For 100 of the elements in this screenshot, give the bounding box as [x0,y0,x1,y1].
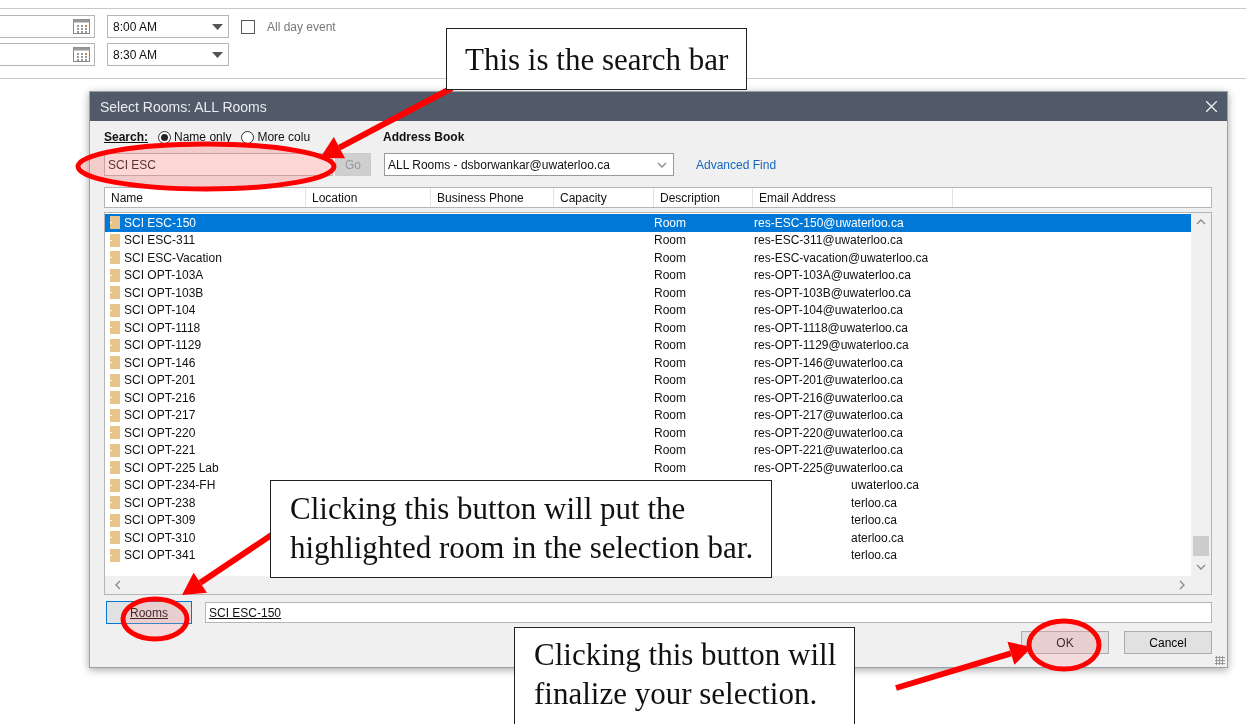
room-row[interactable]: SCI ESC-Vacation Room res-ESC-vacation@uwaterloo.ca [105,249,1191,267]
room-description: Room [654,250,687,265]
room-icon [110,513,120,527]
room-name: SCI OPT-217 [124,408,196,423]
room-row[interactable]: SCI OPT-216 Room res-OPT-216@uwaterloo.ca [105,389,1191,407]
room-email: res-ESC-311@uwaterloo.ca [754,233,903,248]
room-email: res-OPT-220@uwaterloo.ca [754,425,903,440]
room-name[interactable]: SCI OPT-310 [124,530,196,545]
room-description: Room [654,373,687,388]
room-icon [110,478,120,492]
calendar-icon[interactable] [73,47,90,62]
scroll-right-icon[interactable] [1177,580,1187,591]
room-icon [110,303,120,317]
annotation-callout: This is the search bar [446,28,748,90]
room-icon [110,251,120,265]
room-name[interactable]: SCI OPT-238 [124,495,196,510]
room-description: Room [654,215,687,230]
address-book-dropdown[interactable]: ALL Rooms - dsborwankar@uwaterloo.ca [384,153,674,177]
room-name: SCI OPT-104 [124,303,196,318]
room-name: SCI OPT-225 Lab [124,460,219,475]
room-description: Room [654,425,687,440]
room-name[interactable]: SCI OPT-234-FH [124,478,216,493]
room-icon [110,426,120,440]
room-name: SCI ESC-150 [124,215,197,230]
room-name: SCI OPT-221 [124,443,196,458]
room-row[interactable]: SCI OPT-217 Room res-OPT-217@uwaterloo.ca [105,406,1191,425]
date-field[interactable] [0,43,95,66]
room-icon [110,496,120,510]
close-icon[interactable] [1206,101,1217,113]
all-day-checkbox[interactable] [241,19,255,34]
room-row[interactable]: SCI OPT-103B Room res-OPT-103B@uwaterloo.ca [105,284,1191,302]
room-icon [110,443,120,457]
room-name: SCI OPT-216 [124,390,196,405]
room-description: Room [654,408,687,423]
room-icon [110,461,120,475]
dialog-button[interactable]: Cancel [1124,631,1212,655]
advanced-find-link[interactable]: Advanced Find [696,157,777,172]
room-email: res-ESC-150@uwaterloo.ca [754,215,904,230]
column-header[interactable]: Description [660,190,721,205]
column-header[interactable]: Capacity [560,190,607,205]
radio-button[interactable] [158,130,172,144]
highlight-ellipse [120,596,190,642]
room-email: res-OPT-146@uwaterloo.ca [754,355,903,370]
room-row[interactable]: SCI OPT-146 Room res-OPT-146@uwaterloo.ca [105,354,1191,372]
date-field[interactable] [0,15,95,38]
resize-grip[interactable] [1215,656,1225,665]
room-icon [110,408,120,422]
room-row[interactable]: SCI ESC-311 Room res-ESC-311@uwaterloo.ca [105,231,1191,250]
room-icon [110,338,120,352]
room-icon [110,233,120,247]
dialog-button[interactable]: OK [1021,631,1109,655]
room-icon [110,391,120,405]
room-name: SCI OPT-103B [124,285,204,300]
scroll-left-icon[interactable] [113,580,123,591]
room-row[interactable]: SCI ESC-150 Room res-ESC-150@uwaterloo.ca [105,214,1191,232]
selection-field[interactable]: SCI ESC-150 [205,602,1212,624]
room-icon [110,548,120,562]
time-dropdown[interactable]: 8:00 AM [107,15,229,38]
room-name: SCI OPT-201 [124,373,196,388]
room-description: Room [654,303,687,318]
room-email: res-ESC-vacation@uwaterloo.ca [754,250,929,265]
room-row[interactable]: SCI OPT-103A Room res-OPT-103A@uwaterloo.ca [105,266,1191,285]
room-email: res-OPT-201@uwaterloo.ca [754,373,903,388]
room-name: SCI ESC-311 [124,233,196,248]
room-description: Room [654,233,687,248]
room-icon [110,321,120,335]
search-field[interactable]: SCI ESC [104,153,333,177]
room-email: uwaterloo.ca [850,478,920,493]
room-email: res-OPT-221@uwaterloo.ca [754,443,903,458]
address-book-label: Address Book [383,130,466,145]
time-dropdown[interactable]: 8:30 AM [107,43,229,66]
scroll-thumb[interactable] [1193,536,1209,557]
room-row[interactable]: SCI OPT-104 Room res-OPT-104@uwaterloo.ca [105,301,1191,320]
room-name[interactable]: SCI OPT-309 [124,513,196,528]
room-row[interactable]: SCI OPT-1118 Room res-OPT-1118@uwaterloo.ca [105,319,1191,337]
room-name[interactable]: SCI OPT-341 [124,548,196,563]
room-row[interactable]: SCI OPT-225 Lab Room res-OPT-225@uwaterloo.ca [105,459,1191,477]
room-description: Room [654,320,687,335]
room-row[interactable]: SCI OPT-220 Room res-OPT-220@uwaterloo.ca [105,424,1191,442]
room-row[interactable]: SCI OPT-1129 Room res-OPT-1129@uwaterloo.ca [105,336,1191,355]
room-row[interactable]: SCI OPT-221 Room res-OPT-221@uwaterloo.ca [105,441,1191,460]
room-email: res-OPT-1118@uwaterloo.ca [754,320,908,335]
dropdown-caret-icon[interactable] [212,51,223,58]
vertical-scrollbar[interactable] [1191,213,1211,577]
room-name: SCI OPT-146 [124,355,196,370]
rooms-button[interactable]: Rooms [106,601,192,625]
room-row[interactable]: SCI OPT-201 Room res-OPT-201@uwaterloo.ca [105,371,1191,390]
column-header[interactable]: Business Phone [437,190,524,205]
column-header[interactable]: Name [111,190,143,205]
radio-button[interactable] [241,130,255,144]
room-name: SCI OPT-220 [124,425,196,440]
column-header[interactable]: Location [312,190,358,205]
calendar-icon[interactable] [73,19,90,34]
room-email: res-OPT-225@uwaterloo.ca [754,460,903,475]
room-email: res-OPT-217@uwaterloo.ca [754,408,903,423]
column-header[interactable]: Email Address [759,190,836,205]
room-description: Room [654,390,687,405]
dropdown-caret-icon[interactable] [212,23,223,30]
search-label: Search: [104,130,149,145]
horizontal-scrollbar[interactable] [105,576,1211,595]
